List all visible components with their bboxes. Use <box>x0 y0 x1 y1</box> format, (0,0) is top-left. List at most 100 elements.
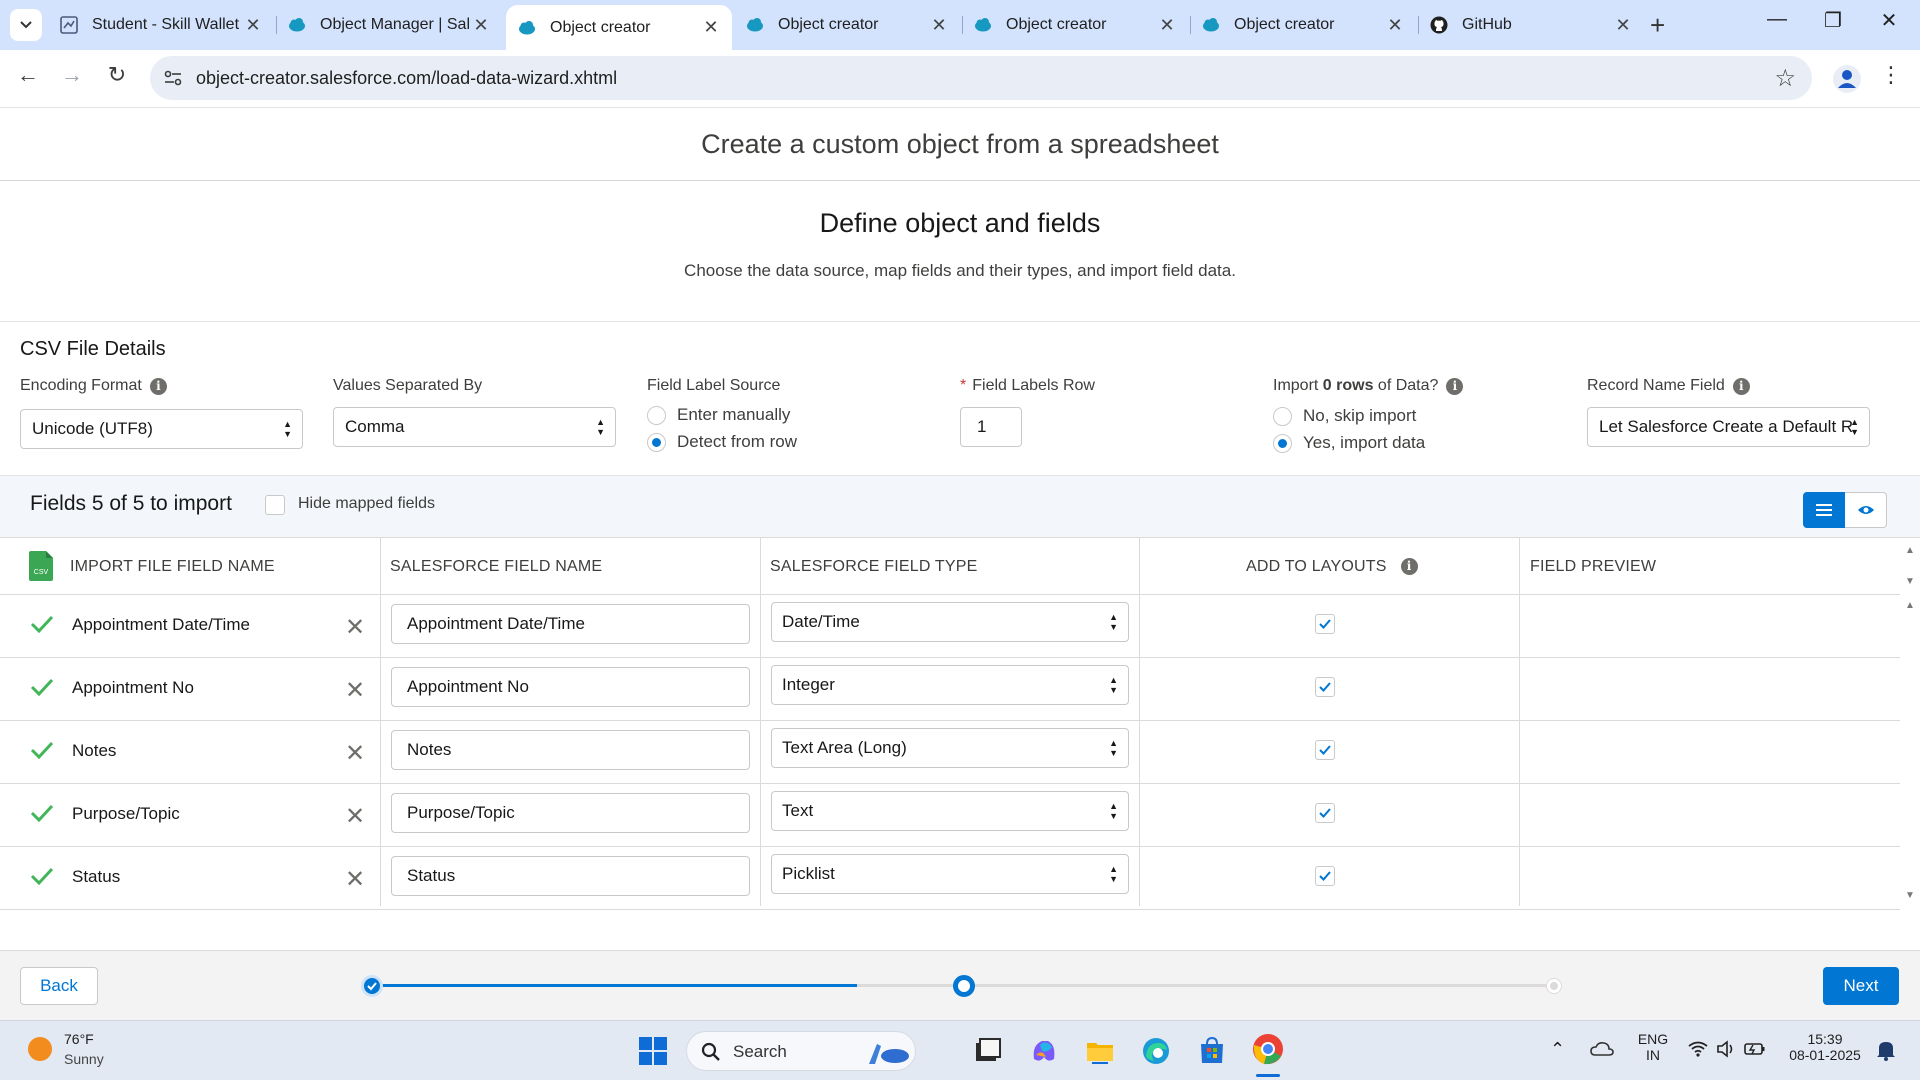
add-to-layouts-checkbox[interactable] <box>1315 866 1335 886</box>
close-icon[interactable]: ✕ <box>1386 15 1404 36</box>
wifi-icon[interactable] <box>1688 1041 1708 1057</box>
copilot-icon[interactable] <box>1028 1035 1060 1067</box>
tab-object-manager[interactable]: Object Manager | Sal ✕ <box>276 7 502 43</box>
next-button[interactable]: Next <box>1823 967 1899 1005</box>
taskbar-search-box[interactable]: Search <box>686 1031 916 1071</box>
record-name-select[interactable]: Let Salesforce Create a Default R ▲ ▼ <box>1587 407 1870 447</box>
import-label-post: of Data? <box>1373 377 1439 394</box>
reload-icon[interactable]: ↻ <box>101 62 133 94</box>
back-arrow-icon[interactable]: ← <box>12 62 44 94</box>
sf-field-name-input[interactable]: Appointment Date/Time <box>391 604 750 644</box>
remove-field-icon[interactable]: ✕ <box>345 865 365 894</box>
add-to-layouts-checkbox[interactable] <box>1315 803 1335 823</box>
show-hidden-icons[interactable]: ⌃ <box>1550 1039 1565 1060</box>
profile-avatar-icon[interactable] <box>1832 64 1862 94</box>
task-view-icon[interactable] <box>972 1035 1004 1067</box>
clock-time: 15:39 <box>1807 1031 1843 1047</box>
info-icon[interactable]: i <box>1446 377 1464 395</box>
remove-field-icon[interactable]: ✕ <box>345 802 365 831</box>
sf-field-name-input[interactable]: Status <box>391 856 750 896</box>
tab-skill-wallet[interactable]: Student - Skill Wallet ✕ <box>48 7 274 43</box>
radio-button-selected[interactable] <box>647 432 666 452</box>
url-text: object-creator.salesforce.com/load-data-… <box>196 68 618 88</box>
separator-select[interactable]: Comma ▲ ▼ <box>333 407 616 447</box>
clock[interactable]: 15:39 08-01-2025 <box>1780 1031 1870 1063</box>
radio-button[interactable] <box>1273 406 1292 426</box>
radio-button-selected[interactable] <box>1273 433 1292 453</box>
sf-field-type-select[interactable]: Text Area (Long) ▲ ▼ <box>771 728 1129 768</box>
sf-field-type-select[interactable]: Picklist ▲ ▼ <box>771 854 1129 894</box>
close-icon[interactable]: ✕ <box>244 15 262 36</box>
add-to-layouts-checkbox[interactable] <box>1315 740 1335 760</box>
table-scrollbar[interactable] <box>1900 538 1920 906</box>
hide-mapped-label: Hide mapped fields <box>298 495 435 512</box>
remove-field-icon[interactable]: ✕ <box>345 739 365 768</box>
back-button[interactable]: Back <box>20 967 98 1005</box>
encoding-label-text: Encoding Format <box>20 377 142 394</box>
close-icon[interactable]: ✕ <box>702 17 720 38</box>
language-indicator[interactable]: ENG IN <box>1633 1031 1673 1063</box>
radio-import-data[interactable]: Yes, import data <box>1273 433 1425 453</box>
microsoft-store-icon[interactable] <box>1196 1035 1228 1067</box>
sf-field-name-input[interactable]: Notes <box>391 730 750 770</box>
sf-field-type-select[interactable]: Date/Time ▲ ▼ <box>771 602 1129 642</box>
labels-row-input[interactable]: 1 <box>960 407 1022 447</box>
tab-object-creator[interactable]: Object creator ✕ <box>734 7 960 43</box>
remove-field-icon[interactable]: ✕ <box>345 676 365 705</box>
table-row: Appointment No ✕ Appointment No Integer … <box>0 658 1900 721</box>
window-close-icon[interactable]: ✕ <box>1866 8 1912 33</box>
close-icon[interactable]: ✕ <box>1614 15 1632 36</box>
scroll-down-icon[interactable]: ▼ <box>1905 576 1915 587</box>
radio-button[interactable] <box>647 405 666 425</box>
csv-details-title: CSV File Details <box>20 338 166 360</box>
add-to-layouts-checkbox[interactable] <box>1315 677 1335 697</box>
add-to-layouts-checkbox[interactable] <box>1315 614 1335 634</box>
close-icon[interactable]: ✕ <box>1158 15 1176 36</box>
sf-field-name-input[interactable]: Purpose/Topic <box>391 793 750 833</box>
onedrive-cloud-icon[interactable] <box>1590 1041 1614 1057</box>
close-icon[interactable]: ✕ <box>930 15 948 36</box>
windows-start-icon[interactable] <box>637 1035 669 1067</box>
weather-sun-icon[interactable] <box>28 1037 52 1061</box>
scroll-up-icon[interactable]: ▲ <box>1905 545 1915 556</box>
browser-menu-icon[interactable]: ⋮ <box>1880 62 1902 88</box>
info-icon[interactable]: i <box>1732 377 1750 395</box>
restore-icon[interactable]: ❐ <box>1810 8 1856 33</box>
encoding-value: Unicode (UTF8) <box>32 419 153 438</box>
battery-icon[interactable] <box>1744 1041 1766 1057</box>
file-explorer-icon[interactable] <box>1084 1035 1116 1067</box>
radio-skip-import[interactable]: No, skip import <box>1273 406 1416 426</box>
new-tab-plus-icon[interactable]: + <box>1650 10 1665 41</box>
label-source-label: Field Label Source <box>647 377 780 395</box>
encoding-select[interactable]: Unicode (UTF8) ▲ ▼ <box>20 409 303 449</box>
tab-search-button[interactable] <box>10 9 42 41</box>
sf-field-type-select[interactable]: Text ▲ ▼ <box>771 791 1129 831</box>
close-icon[interactable]: ✕ <box>472 15 490 36</box>
sf-field-name-input[interactable]: Appointment No <box>391 667 750 707</box>
chrome-browser-icon[interactable] <box>1250 1031 1286 1067</box>
info-icon[interactable]: i <box>1400 558 1418 575</box>
info-icon[interactable]: i <box>149 377 167 395</box>
hide-mapped-checkbox[interactable] <box>265 495 285 515</box>
tab-github[interactable]: GitHub ✕ <box>1418 7 1644 43</box>
tab-object-creator-active[interactable]: Object creator ✕ <box>506 5 732 50</box>
minimize-icon[interactable]: — <box>1754 8 1800 31</box>
scroll-up-icon[interactable]: ▲ <box>1905 600 1915 611</box>
sf-field-type-select[interactable]: Integer ▲ ▼ <box>771 665 1129 705</box>
radio-detect-from-row[interactable]: Detect from row <box>647 432 797 452</box>
mapped-check-icon <box>30 615 54 633</box>
address-bar[interactable]: object-creator.salesforce.com/load-data-… <box>150 56 1812 100</box>
tab-object-creator[interactable]: Object creator ✕ <box>1190 7 1416 43</box>
edge-browser-icon[interactable] <box>1140 1035 1172 1067</box>
notification-bell-icon[interactable] <box>1876 1039 1896 1061</box>
tab-title: Object creator <box>1234 16 1335 33</box>
forward-arrow-icon[interactable]: → <box>56 62 88 94</box>
remove-field-icon[interactable]: ✕ <box>345 613 365 642</box>
volume-icon[interactable] <box>1716 1040 1736 1058</box>
radio-enter-manually[interactable]: Enter manually <box>647 405 790 425</box>
preview-view-button[interactable] <box>1845 492 1887 528</box>
bookmark-star-icon[interactable]: ☆ <box>1774 64 1796 93</box>
scroll-down-icon[interactable]: ▼ <box>1905 890 1915 901</box>
list-view-button[interactable] <box>1803 492 1845 528</box>
tab-object-creator[interactable]: Object creator ✕ <box>962 7 1188 43</box>
